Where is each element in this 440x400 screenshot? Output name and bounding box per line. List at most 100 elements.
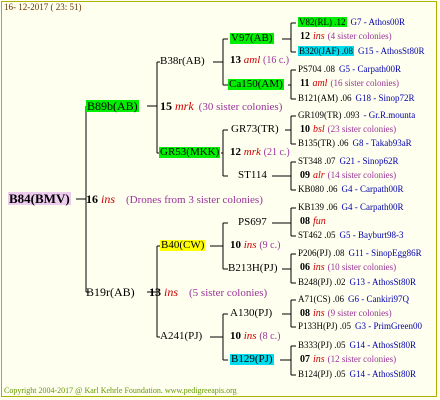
- p1-abbr: mrk: [175, 99, 194, 113]
- g5-name: B333(PJ) .05: [298, 340, 346, 350]
- g3-1: B38r(AB): [160, 55, 205, 67]
- g5-ref: G3 - PrimGreen00: [355, 321, 423, 331]
- g5-ref: G21 - Sinop62R: [339, 156, 399, 166]
- g5-ref: - Gr.R.mounta: [363, 110, 416, 120]
- root-queen: B84(BMV): [8, 191, 71, 206]
- g5-colony-info: 08 ins (9 sister colonies): [300, 309, 392, 319]
- g5-colony-info: 08 fun: [300, 217, 329, 227]
- g5-ref: G15 - AthosSt80R: [358, 46, 425, 56]
- g3-2-num: 12: [230, 146, 241, 158]
- g5-name: B121(AM) .06: [298, 93, 352, 103]
- g5-note: (23 sister colonies): [327, 124, 397, 134]
- g5-abbr: ins: [313, 354, 325, 365]
- g5-abbr: bsl: [313, 124, 325, 135]
- g4-3: GR73(TR): [231, 123, 279, 135]
- g3-2-info: 12 mrk (21 c.): [230, 147, 290, 158]
- g5-num: 08: [300, 308, 310, 319]
- g5-name: ST348 .07: [298, 156, 336, 166]
- g3-3-note: (9 c.): [259, 240, 281, 251]
- g5-num: 12: [300, 31, 310, 42]
- g5-row: P133H(PJ) .05 G3 - PrimGreen00: [298, 322, 422, 331]
- g4-8: B129(PJ): [230, 353, 274, 365]
- g5-ref: G5 - Carpath00R: [339, 64, 402, 74]
- parent-2: B19r(AB): [86, 285, 135, 299]
- g5-num: 06: [300, 262, 310, 273]
- g3-3-abbr: ins: [243, 239, 257, 251]
- g5-name: KB080 .06: [298, 184, 338, 194]
- g3-4-info: 10 ins (8 c.): [230, 331, 280, 342]
- g4-2: Ca150(AM): [228, 78, 284, 90]
- g5-colony-info: 07 ins (12 sister colonies): [300, 355, 396, 365]
- g3-2-note: (21 c.): [263, 147, 290, 158]
- g5-num: 08: [300, 216, 310, 227]
- g5-name: KB139 .06: [298, 202, 338, 212]
- g5-row: B248(PJ) .02 G13 - AthosSt80R: [298, 278, 416, 287]
- g5-num: 11: [300, 78, 310, 89]
- parent-1: B89b(AB): [86, 99, 139, 113]
- g5-ref: G7 - Athos00R: [350, 17, 406, 27]
- g5-colony-info: 12 ins (4 sister colonies): [300, 32, 392, 42]
- g3-3: B40(CW): [160, 239, 206, 251]
- g3-2-abbr: mrk: [243, 146, 261, 158]
- g5-row: B320(JAF) .08 G15 - AthosSt80R: [298, 46, 425, 56]
- g5-row: KB139 .06 G4 - Carpath00R: [298, 203, 404, 212]
- g5-colony-info: 06 ins (10 sister colonies): [300, 263, 396, 273]
- pedigree-diagram: { "date": "16- 12-2017 ( 23: 51)", "foot…: [0, 0, 440, 400]
- g4-4: ST114: [238, 169, 267, 181]
- p1-note: (30 sister colonies): [198, 101, 283, 113]
- g3-3-num: 10: [230, 239, 241, 251]
- date-stamp: 16- 12-2017 ( 23: 51): [4, 2, 82, 12]
- g5-name: B135(TR) .06: [298, 138, 349, 148]
- g4-6: B213H(PJ): [228, 262, 278, 274]
- g5-ref: G5 - Bayburt98-3: [339, 230, 404, 240]
- g5-row: B135(TR) .06 G8 - Takab93aR: [298, 139, 412, 148]
- g5-colony-info: 11 aml (16 sister colonies): [300, 79, 399, 89]
- g5-ref: G18 - Sinop72R: [355, 93, 415, 103]
- g5-name: P206(PJ) .08: [298, 248, 345, 258]
- g5-name: V82(RL) .12: [298, 17, 347, 27]
- g5-abbr: ins: [313, 308, 325, 319]
- g5-name: P133H(PJ) .05: [298, 321, 352, 331]
- g5-row: B121(AM) .06 G18 - Sinop72R: [298, 94, 415, 103]
- p2-note: (5 sister colonies): [189, 287, 268, 299]
- g5-num: 07: [300, 354, 310, 365]
- g5-ref: G13 - AthosSt80R: [349, 277, 417, 287]
- p1-num: 15: [160, 99, 172, 113]
- g3-1-info: 13 aml (16 c.): [230, 55, 289, 66]
- g5-abbr: aml: [312, 78, 328, 89]
- g3-4: A241(PJ): [160, 330, 203, 342]
- g5-name: GR109(TR) .093: [298, 110, 360, 120]
- root-note: (Drones from 3 sister colonies): [126, 194, 263, 206]
- g5-name: B248(PJ) .02: [298, 277, 346, 287]
- g5-ref: G11 - SinopEgg86R: [348, 248, 422, 258]
- g5-ref: G14 - AthosSt80R: [349, 340, 417, 350]
- g5-row: V82(RL) .12 G7 - Athos00R: [298, 17, 406, 27]
- g4-5: PS697: [238, 216, 267, 228]
- g5-row: P206(PJ) .08 G11 - SinopEgg86R: [298, 249, 422, 258]
- g5-abbr: ins: [313, 31, 325, 42]
- footer-copyright: Copyright 2004-2017 @ Karl Kehrle Founda…: [4, 386, 237, 395]
- g3-4-note: (8 c.): [259, 331, 281, 342]
- g5-name: ST462 .05: [298, 230, 336, 240]
- g5-row: KB080 .06 G4 - Carpath00R: [298, 185, 404, 194]
- g3-1-abbr: aml: [243, 54, 261, 66]
- p2-abbr: ins: [164, 285, 179, 299]
- g5-name: B320(JAF) .08: [298, 46, 355, 56]
- g4-1: V97(AB): [230, 32, 274, 44]
- g5-ref: G14 - AthosSt80R: [349, 369, 417, 379]
- g3-1-note: (16 c.): [263, 55, 290, 66]
- g4-7: A130(PJ): [230, 307, 273, 319]
- parent-1-info: 15 mrk (30 sister colonies): [160, 100, 282, 113]
- g5-ref: G6 - Cankiri97Q: [348, 294, 410, 304]
- root-num: 16: [86, 192, 98, 206]
- g3-4-num: 10: [230, 330, 241, 342]
- g5-num: 10: [300, 124, 310, 135]
- g5-note: (12 sister colonies): [327, 354, 397, 364]
- g3-2: GR53(MKK): [159, 146, 221, 158]
- g5-row: A71(CS) .06 G6 - Cankiri97Q: [298, 295, 409, 304]
- g5-name: PS704 .08: [298, 64, 336, 74]
- g5-ref: G8 - Takab93aR: [352, 138, 412, 148]
- g5-note: (10 sister colonies): [327, 262, 397, 272]
- root-abbr: ins: [101, 192, 116, 206]
- g5-row: B124(PJ) .05 G14 - AthosSt80R: [298, 370, 416, 379]
